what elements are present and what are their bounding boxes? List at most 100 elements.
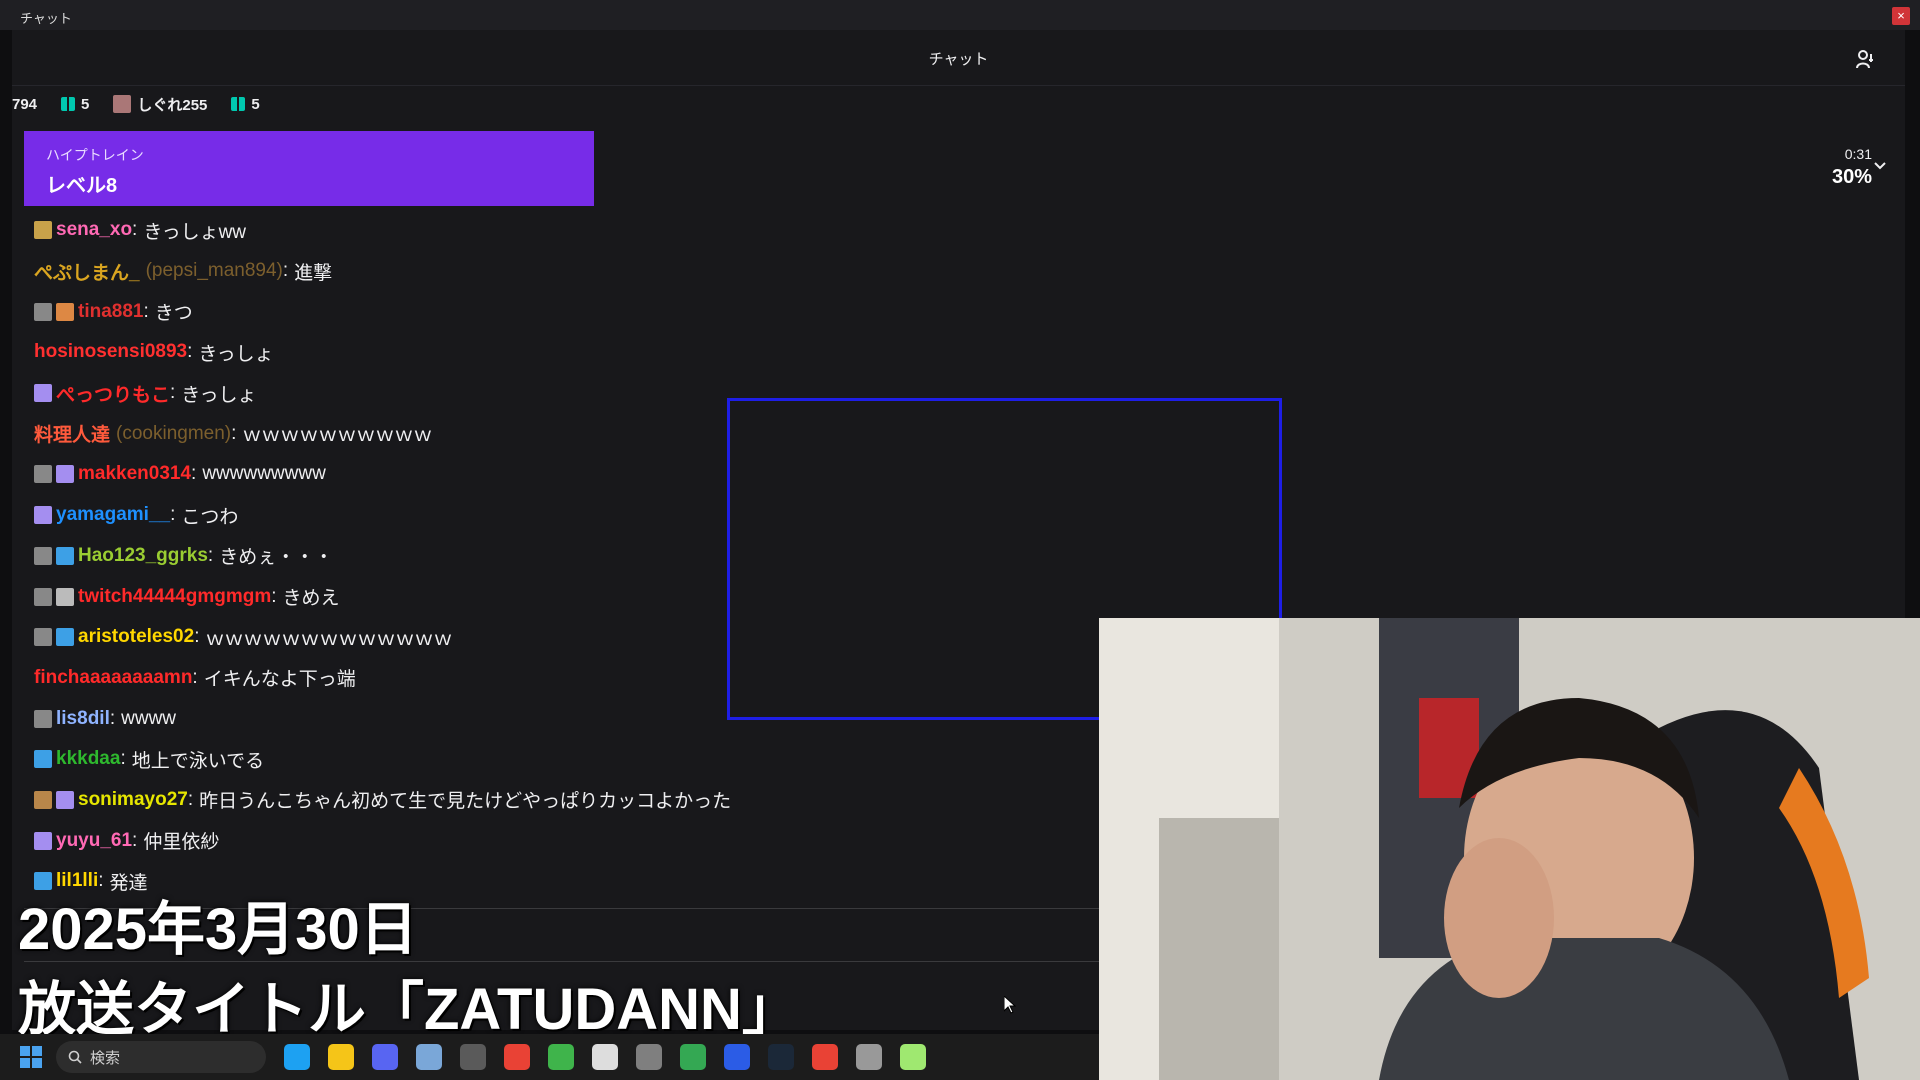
chat-badge-icon[interactable] bbox=[56, 465, 74, 484]
chat-username[interactable]: makken0314 bbox=[78, 463, 191, 485]
drive-icon[interactable] bbox=[680, 1044, 706, 1070]
explorer-icon[interactable] bbox=[328, 1044, 354, 1070]
chat-username[interactable]: finchaaaaaaaamn bbox=[34, 667, 192, 689]
community-icon[interactable] bbox=[1855, 48, 1877, 70]
gift-leaderboard: 794 5 しぐれ255 5 bbox=[12, 92, 260, 116]
chat-separator: : bbox=[143, 300, 149, 322]
chat-message: ぺぷしまん_ (pepsi_man894): 進撃 bbox=[34, 251, 1094, 292]
webcam-feed bbox=[1099, 618, 1920, 1080]
display-icon[interactable] bbox=[724, 1044, 750, 1070]
mouse-cursor-icon bbox=[1004, 996, 1016, 1014]
chat-message-text: ｗｗｗｗｗｗｗｗｗｗ bbox=[242, 425, 433, 447]
gift-entry[interactable]: 5 bbox=[231, 95, 260, 113]
close-button[interactable]: × bbox=[1892, 7, 1910, 25]
chat-message-text: きめぇ・・・ bbox=[219, 547, 334, 569]
chrome-icon[interactable] bbox=[504, 1044, 530, 1070]
chat-username[interactable]: ぺぷしまん_ bbox=[34, 258, 140, 285]
app-icon-2[interactable] bbox=[856, 1044, 882, 1070]
chat-separator: : bbox=[132, 219, 138, 241]
chat-separator: : bbox=[192, 666, 198, 688]
chat-username[interactable]: ぺっつりもこ bbox=[56, 380, 170, 407]
chat-badge-icon[interactable] bbox=[34, 628, 52, 647]
chat-username[interactable]: sena_xo bbox=[56, 219, 132, 241]
chat-badge-icon[interactable] bbox=[34, 750, 52, 769]
chat-badge-icon[interactable] bbox=[34, 465, 52, 484]
chat-message-text: きつ bbox=[154, 303, 193, 325]
chat-message-text: 昨日うんこちゃん初めて生で見たけどやっぱりカッコよかった bbox=[199, 791, 732, 813]
chat-separator: : bbox=[170, 382, 176, 404]
gift-entry[interactable]: 794 bbox=[12, 96, 37, 113]
chat-username[interactable]: hosinosensi0893 bbox=[34, 341, 187, 363]
chat-badge-icon[interactable] bbox=[56, 302, 74, 321]
chat-username[interactable]: lis8dil bbox=[56, 708, 110, 730]
chat-username[interactable]: yuyu_61 bbox=[56, 830, 132, 852]
gift-entry[interactable]: 5 bbox=[61, 96, 89, 113]
chat-username[interactable]: Hao123_ggrks bbox=[78, 545, 208, 567]
chat-username[interactable]: twitch44444gmgmgm bbox=[78, 586, 271, 608]
windows-start-icon[interactable] bbox=[20, 1046, 42, 1068]
chat-message-text: 地上で泳いでる bbox=[131, 750, 265, 772]
search-placeholder: 検索 bbox=[90, 1049, 121, 1067]
chat-username[interactable]: kkkdaa bbox=[56, 748, 120, 770]
chat-badge-icon[interactable] bbox=[34, 384, 52, 403]
chat-badge-icon[interactable] bbox=[34, 546, 52, 565]
hype-train-level: レベル8 bbox=[46, 175, 118, 197]
chat-badge-icon[interactable] bbox=[56, 546, 74, 565]
chat-badge-icon[interactable] bbox=[34, 831, 52, 850]
x-icon[interactable] bbox=[592, 1044, 618, 1070]
chat-badge-icon[interactable] bbox=[34, 506, 52, 525]
chat-badge-icon[interactable] bbox=[34, 790, 52, 809]
webcam-image bbox=[1099, 618, 1920, 1080]
discord-icon[interactable] bbox=[372, 1044, 398, 1070]
chat-username[interactable]: yamagami__ bbox=[56, 504, 170, 526]
notepad-icon[interactable] bbox=[416, 1044, 442, 1070]
chat-separator: : bbox=[170, 504, 176, 526]
chat-message: sonimayo27: 昨日うんこちゃん初めて生で見たけどやっぱりカッコよかった bbox=[34, 780, 1094, 821]
chat-separator: : bbox=[271, 585, 277, 607]
chat-badge-icon[interactable] bbox=[34, 709, 52, 728]
chat-message: sena_xo: きっしょww bbox=[34, 210, 1094, 251]
window-title: チャット bbox=[20, 11, 72, 26]
chat-separator: : bbox=[194, 626, 200, 648]
chat-badge-icon[interactable] bbox=[34, 221, 52, 240]
app-icon[interactable] bbox=[636, 1044, 662, 1070]
chat-message-text: きっしょww bbox=[143, 221, 247, 243]
chat-badge-icon[interactable] bbox=[34, 587, 52, 606]
search-icon bbox=[68, 1050, 82, 1064]
chevron-down-icon[interactable] bbox=[1870, 156, 1890, 176]
chat-message-text: 仲里依紗 bbox=[143, 832, 220, 854]
chat-username[interactable]: 料理人達 bbox=[34, 420, 110, 447]
play-icon[interactable] bbox=[900, 1044, 926, 1070]
chat-message: hosinosensi0893: きっしょ bbox=[34, 332, 1094, 373]
steam-icon[interactable] bbox=[768, 1044, 794, 1070]
chat-message-text: wwwwwwwww bbox=[202, 463, 326, 485]
chat-badge-icon[interactable] bbox=[34, 302, 52, 321]
chat-badge-icon[interactable] bbox=[56, 790, 74, 809]
chat-header-title: チャット bbox=[928, 51, 989, 68]
chat-username[interactable]: sonimayo27 bbox=[78, 789, 188, 811]
gift-icon bbox=[61, 97, 76, 111]
chat-separator: : bbox=[231, 422, 237, 444]
chat-username[interactable]: aristoteles02 bbox=[78, 626, 194, 648]
gift-label: 5 bbox=[251, 95, 260, 113]
chat-login: (pepsi_man894) bbox=[145, 260, 283, 282]
chrome-icon[interactable] bbox=[812, 1044, 838, 1070]
minecraft-icon[interactable] bbox=[548, 1044, 574, 1070]
chat-badge-icon[interactable] bbox=[56, 628, 74, 647]
chat-username[interactable]: tina881 bbox=[78, 301, 143, 323]
hype-train-progress: 0:31 30% bbox=[1832, 146, 1872, 189]
gift-icon bbox=[231, 97, 246, 111]
chat-message: kkkdaa: 地上で泳いでる bbox=[34, 739, 1094, 780]
chat-message-text: きっしょ bbox=[198, 343, 274, 365]
chat-separator: : bbox=[132, 829, 138, 851]
taskbar-search[interactable]: 検索 bbox=[56, 1041, 266, 1073]
chat-message-text: イキんなよ下っ端 bbox=[203, 669, 356, 691]
gift-entry[interactable]: しぐれ255 bbox=[113, 94, 207, 115]
chat-badge-icon[interactable] bbox=[56, 587, 74, 606]
chat-separator: : bbox=[191, 463, 197, 485]
obs-icon[interactable] bbox=[460, 1044, 486, 1070]
edge-icon[interactable] bbox=[284, 1044, 310, 1070]
chat-separator: : bbox=[120, 748, 126, 770]
taskbar: 検索 bbox=[0, 1034, 1099, 1080]
hype-train-banner[interactable]: ハイプトレイン レベル8 bbox=[24, 131, 594, 206]
